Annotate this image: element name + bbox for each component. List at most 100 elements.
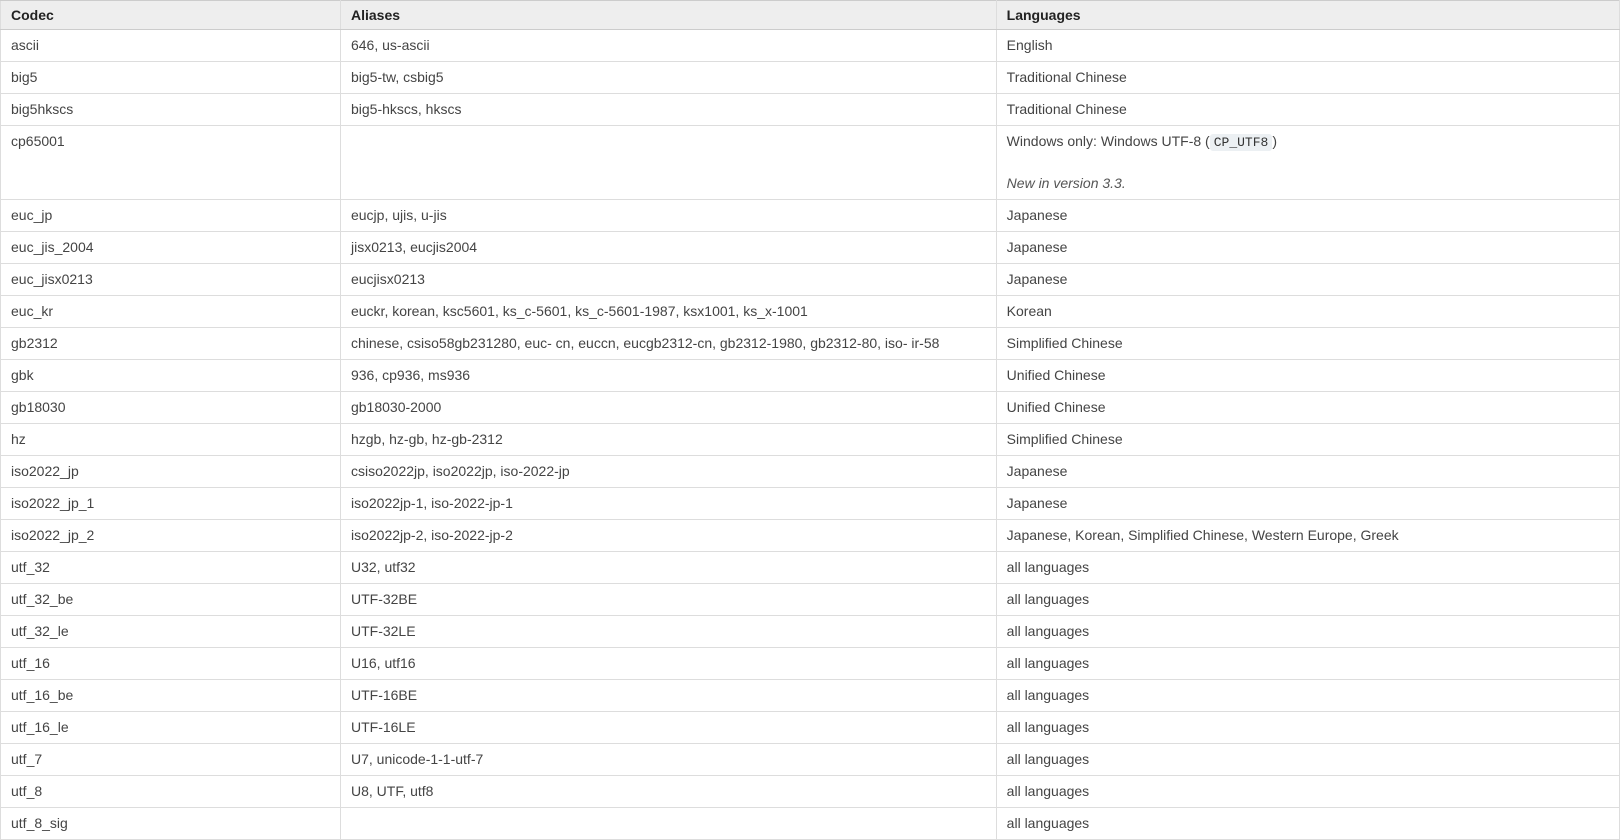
languages-code-literal: CP_UTF8 (1210, 134, 1273, 151)
cell-languages: Japanese (996, 263, 1619, 295)
header-languages: Languages (996, 1, 1619, 30)
cell-languages: Simplified Chinese (996, 327, 1619, 359)
cell-languages: all languages (996, 551, 1619, 583)
cell-codec: iso2022_jp (1, 455, 341, 487)
cell-codec: utf_32_be (1, 583, 341, 615)
table-row: utf_32_beUTF-32BEall languages (1, 583, 1620, 615)
table-row: gb18030gb18030-2000Unified Chinese (1, 391, 1620, 423)
cell-languages: all languages (996, 647, 1619, 679)
cell-aliases: UTF-32LE (340, 615, 996, 647)
cell-aliases (340, 126, 996, 200)
table-row: ascii646, us-asciiEnglish (1, 30, 1620, 62)
cell-languages: Unified Chinese (996, 359, 1619, 391)
languages-text-prefix: Windows only: Windows UTF-8 ( (1007, 133, 1210, 149)
cell-codec: utf_16_be (1, 679, 341, 711)
table-row: iso2022_jp_1iso2022jp-1, iso-2022-jp-1Ja… (1, 487, 1620, 519)
table-row: gbk936, cp936, ms936Unified Chinese (1, 359, 1620, 391)
table-header-row: Codec Aliases Languages (1, 1, 1620, 30)
cell-aliases: csiso2022jp, iso2022jp, iso-2022-jp (340, 455, 996, 487)
table-row: iso2022_jpcsiso2022jp, iso2022jp, iso-20… (1, 455, 1620, 487)
cell-aliases: eucjp, ujis, u-jis (340, 199, 996, 231)
version-added-note: New in version 3.3. (1007, 173, 1609, 194)
cell-aliases (340, 807, 996, 839)
table-row: cp65001 Windows only: Windows UTF-8 (CP_U… (1, 126, 1620, 200)
cell-languages: all languages (996, 679, 1619, 711)
cell-languages: Unified Chinese (996, 391, 1619, 423)
cell-aliases: hzgb, hz-gb, hz-gb-2312 (340, 423, 996, 455)
cell-languages: all languages (996, 807, 1619, 839)
cell-aliases: U8, UTF, utf8 (340, 775, 996, 807)
cell-aliases: eucjisx0213 (340, 263, 996, 295)
cell-aliases: U16, utf16 (340, 647, 996, 679)
cell-aliases: big5-tw, csbig5 (340, 62, 996, 94)
cell-codec: gb18030 (1, 391, 341, 423)
table-row: utf_16_beUTF-16BEall languages (1, 679, 1620, 711)
table-row: euc_jpeucjp, ujis, u-jisJapanese (1, 199, 1620, 231)
table-row: utf_8U8, UTF, utf8all languages (1, 775, 1620, 807)
codec-table: Codec Aliases Languages ascii646, us-asc… (0, 0, 1620, 840)
cell-languages: Windows only: Windows UTF-8 (CP_UTF8) New… (996, 126, 1619, 200)
cell-codec: iso2022_jp_2 (1, 519, 341, 551)
cell-languages: Japanese (996, 231, 1619, 263)
cell-codec: utf_7 (1, 743, 341, 775)
cell-aliases: UTF-16LE (340, 711, 996, 743)
table-row: hzhzgb, hz-gb, hz-gb-2312Simplified Chin… (1, 423, 1620, 455)
cell-codec: utf_8_sig (1, 807, 341, 839)
cell-languages: all languages (996, 775, 1619, 807)
cell-codec: utf_32_le (1, 615, 341, 647)
cell-codec: utf_16 (1, 647, 341, 679)
cell-languages: all languages (996, 583, 1619, 615)
cell-aliases: iso2022jp-1, iso-2022-jp-1 (340, 487, 996, 519)
cell-aliases: 936, cp936, ms936 (340, 359, 996, 391)
cell-languages: Simplified Chinese (996, 423, 1619, 455)
cell-aliases: UTF-16BE (340, 679, 996, 711)
cell-codec: big5 (1, 62, 341, 94)
cell-languages: Japanese (996, 455, 1619, 487)
cell-languages: all languages (996, 743, 1619, 775)
cell-aliases: U7, unicode-1-1-utf-7 (340, 743, 996, 775)
cell-aliases: UTF-32BE (340, 583, 996, 615)
cell-languages: Japanese (996, 199, 1619, 231)
cell-codec: ascii (1, 30, 341, 62)
cell-codec: gbk (1, 359, 341, 391)
cell-aliases: big5-hkscs, hkscs (340, 94, 996, 126)
cell-codec: euc_kr (1, 295, 341, 327)
table-row: big5big5-tw, csbig5Traditional Chinese (1, 62, 1620, 94)
cell-codec: utf_8 (1, 775, 341, 807)
cell-languages: Japanese, Korean, Simplified Chinese, We… (996, 519, 1619, 551)
cell-codec: euc_jp (1, 199, 341, 231)
table-row: utf_16U16, utf16all languages (1, 647, 1620, 679)
table-row: euc_jisx0213eucjisx0213Japanese (1, 263, 1620, 295)
table-row: utf_32U32, utf32all languages (1, 551, 1620, 583)
cell-codec: big5hkscs (1, 94, 341, 126)
table-row: euc_jis_2004jisx0213, eucjis2004Japanese (1, 231, 1620, 263)
cell-aliases: jisx0213, eucjis2004 (340, 231, 996, 263)
cell-aliases: gb18030-2000 (340, 391, 996, 423)
table-row: utf_16_leUTF-16LEall languages (1, 711, 1620, 743)
header-codec: Codec (1, 1, 341, 30)
languages-text-suffix: ) (1272, 133, 1277, 149)
table-row: euc_kreuckr, korean, ksc5601, ks_c-5601,… (1, 295, 1620, 327)
table-row: utf_8_sig all languages (1, 807, 1620, 839)
cell-aliases: 646, us-ascii (340, 30, 996, 62)
header-aliases: Aliases (340, 1, 996, 30)
table-row: iso2022_jp_2iso2022jp-2, iso-2022-jp-2Ja… (1, 519, 1620, 551)
cell-codec: utf_32 (1, 551, 341, 583)
cell-codec: cp65001 (1, 126, 341, 200)
cell-languages: all languages (996, 711, 1619, 743)
cell-codec: gb2312 (1, 327, 341, 359)
cell-codec: euc_jis_2004 (1, 231, 341, 263)
cell-aliases: chinese, csiso58gb231280, euc- cn, euccn… (340, 327, 996, 359)
cell-aliases: U32, utf32 (340, 551, 996, 583)
cell-languages: Traditional Chinese (996, 62, 1619, 94)
cell-languages: Korean (996, 295, 1619, 327)
cell-aliases: iso2022jp-2, iso-2022-jp-2 (340, 519, 996, 551)
cell-codec: utf_16_le (1, 711, 341, 743)
table-row: utf_7U7, unicode-1-1-utf-7all languages (1, 743, 1620, 775)
table-row: utf_32_leUTF-32LEall languages (1, 615, 1620, 647)
cell-languages: Traditional Chinese (996, 94, 1619, 126)
cell-codec: iso2022_jp_1 (1, 487, 341, 519)
cell-languages: Japanese (996, 487, 1619, 519)
cell-languages: English (996, 30, 1619, 62)
cell-aliases: euckr, korean, ksc5601, ks_c-5601, ks_c-… (340, 295, 996, 327)
